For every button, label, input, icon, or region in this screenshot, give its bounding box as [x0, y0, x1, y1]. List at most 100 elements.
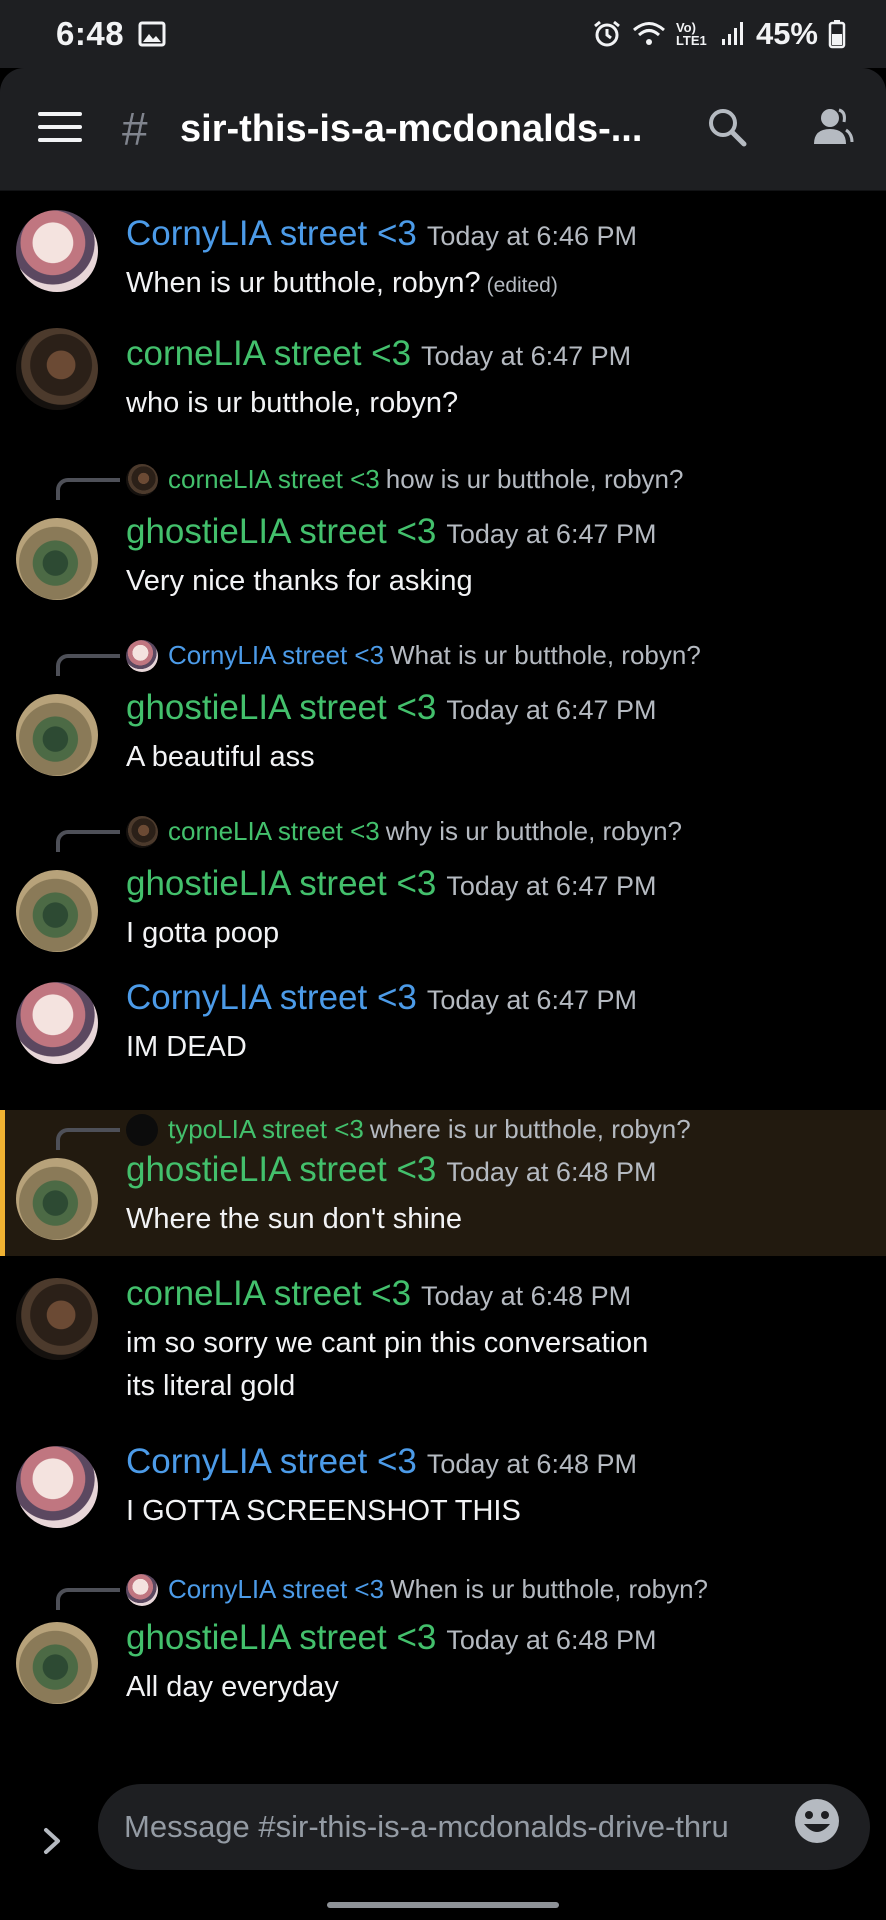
avatar[interactable] [16, 694, 98, 776]
message-item[interactable]: corneLIA street <3 Today at 6:48 PM im so… [0, 1274, 886, 1428]
gallery-icon [138, 21, 166, 47]
wifi-icon [632, 20, 666, 48]
message-input[interactable] [124, 1809, 784, 1845]
reply-avatar [126, 1574, 158, 1606]
message-text: who is ur butthole, robyn? [126, 387, 459, 419]
alarm-icon [592, 19, 622, 49]
reply-author-name[interactable]: CornyLIA street <3 [168, 1574, 384, 1604]
reply-reference[interactable]: corneLIA street <3 why is ur butthole, ro… [56, 812, 876, 852]
avatar[interactable] [16, 1278, 98, 1360]
reply-author-name[interactable]: corneLIA street <3 [168, 816, 380, 846]
reply-preview-text: why is ur butthole, robyn? [385, 816, 683, 846]
reply-spine [56, 478, 120, 500]
channel-title[interactable]: sir-this-is-a-mcdonalds-... [180, 108, 680, 151]
status-bar: 6:48 Vo) LTE1 45% [0, 0, 886, 68]
reply-author[interactable]: corneLIA street <3 how is ur butthole, ro… [168, 464, 683, 495]
message-timestamp: Today at 6:47 PM [421, 341, 632, 371]
message-timestamp: Today at 6:47 PM [446, 519, 657, 549]
search-icon[interactable] [706, 106, 748, 153]
message-list[interactable]: CornyLIA street <3 Today at 6:46 PM When … [0, 190, 886, 1770]
chevron-right-icon[interactable] [40, 1826, 64, 1861]
author-name[interactable]: ghostieLIA street <3 [126, 512, 436, 551]
message-timestamp: Today at 6:47 PM [446, 695, 657, 725]
message-item[interactable]: CornyLIA street <3 When is ur butthole, r… [0, 1570, 886, 1730]
message-author[interactable]: corneLIA street <3 Today at 6:47 PM [126, 334, 631, 374]
message-text: When is ur butthole, robyn? (edited) [126, 262, 558, 307]
reply-avatar [126, 816, 158, 848]
message-item[interactable]: corneLIA street <3 Today at 6:47 PM who i… [0, 328, 886, 448]
message-timestamp: Today at 6:48 PM [446, 1157, 657, 1187]
author-name[interactable]: CornyLIA street <3 [126, 978, 417, 1017]
message-text: im so sorry we cant pin this conversatio… [126, 1322, 648, 1408]
message-author[interactable]: ghostieLIA street <3 Today at 6:48 PM [126, 1150, 656, 1190]
author-name[interactable]: CornyLIA street <3 [126, 214, 417, 253]
message-item-mention-highlight[interactable]: typoLIA street <3 where is ur butthole, r… [0, 1110, 886, 1256]
message-author[interactable]: CornyLIA street <3 Today at 6:48 PM [126, 1442, 637, 1482]
reply-spine [56, 1588, 120, 1610]
reply-author[interactable]: typoLIA street <3 where is ur butthole, r… [168, 1114, 691, 1145]
avatar[interactable] [16, 1446, 98, 1528]
message-author[interactable]: ghostieLIA street <3 Today at 6:47 PM [126, 512, 656, 552]
message-item[interactable]: CornyLIA street <3 Today at 6:47 PM IM DE… [0, 978, 886, 1092]
author-name[interactable]: corneLIA street <3 [126, 1274, 411, 1313]
message-author[interactable]: ghostieLIA street <3 Today at 6:47 PM [126, 864, 656, 904]
avatar[interactable] [16, 1622, 98, 1704]
reply-author[interactable]: CornyLIA street <3 What is ur butthole, r… [168, 640, 701, 671]
emoji-icon[interactable] [792, 1796, 842, 1851]
message-author[interactable]: CornyLIA street <3 Today at 6:46 PM [126, 214, 637, 254]
reply-author-name[interactable]: typoLIA street <3 [168, 1114, 364, 1144]
reply-preview-text: where is ur butthole, robyn? [369, 1114, 691, 1144]
message-item[interactable]: corneLIA street <3 how is ur butthole, ro… [0, 460, 886, 620]
message-text: A beautiful ass [126, 741, 315, 773]
reply-author-name[interactable]: corneLIA street <3 [168, 464, 380, 494]
message-item[interactable]: CornyLIA street <3 Today at 6:48 PM I GOT… [0, 1442, 886, 1556]
status-time: 6:48 [56, 15, 125, 52]
message-body-line-1: im so sorry we cant pin this conversatio… [126, 1327, 649, 1359]
reply-avatar [126, 640, 158, 672]
reply-author-name[interactable]: CornyLIA street <3 [168, 640, 384, 670]
message-author[interactable]: CornyLIA street <3 Today at 6:47 PM [126, 978, 637, 1018]
reply-author[interactable]: CornyLIA street <3 When is ur butthole, r… [168, 1574, 708, 1605]
avatar[interactable] [16, 328, 98, 410]
author-name[interactable]: CornyLIA street <3 [126, 1442, 417, 1481]
channel-hash-icon: # [122, 103, 148, 155]
hamburger-menu-icon[interactable] [38, 112, 82, 146]
channel-header: # sir-this-is-a-mcdonalds-... [0, 68, 886, 190]
battery-icon [828, 19, 846, 49]
message-input-container[interactable] [98, 1784, 870, 1870]
message-timestamp: Today at 6:47 PM [446, 871, 657, 901]
author-name[interactable]: ghostieLIA street <3 [126, 1150, 436, 1189]
reply-spine [56, 654, 120, 676]
author-name[interactable]: ghostieLIA street <3 [126, 1618, 436, 1657]
author-name[interactable]: ghostieLIA street <3 [126, 688, 436, 727]
avatar[interactable] [16, 518, 98, 600]
reply-reference[interactable]: corneLIA street <3 how is ur butthole, ro… [56, 460, 876, 500]
message-item[interactable]: corneLIA street <3 why is ur butthole, ro… [0, 812, 886, 972]
avatar[interactable] [16, 982, 98, 1064]
reply-author[interactable]: corneLIA street <3 why is ur butthole, ro… [168, 816, 682, 847]
author-name[interactable]: corneLIA street <3 [126, 334, 411, 373]
author-name[interactable]: ghostieLIA street <3 [126, 864, 436, 903]
avatar[interactable] [16, 870, 98, 952]
message-item[interactable]: CornyLIA street <3 What is ur butthole, r… [0, 636, 886, 796]
members-icon[interactable] [808, 106, 854, 151]
battery-percent: 45% [755, 16, 818, 51]
message-timestamp: Today at 6:48 PM [421, 1281, 632, 1311]
message-body: When is ur butthole, robyn? [126, 267, 481, 299]
reply-reference[interactable]: typoLIA street <3 where is ur butthole, r… [56, 1110, 876, 1150]
message-timestamp: Today at 6:46 PM [426, 221, 637, 251]
reply-reference[interactable]: CornyLIA street <3 When is ur butthole, r… [56, 1570, 876, 1610]
home-indicator[interactable] [327, 1902, 559, 1908]
message-text: Very nice thanks for asking [126, 565, 473, 597]
message-author[interactable]: corneLIA street <3 Today at 6:48 PM [126, 1274, 631, 1314]
avatar[interactable] [16, 210, 98, 292]
message-author[interactable]: ghostieLIA street <3 Today at 6:47 PM [126, 688, 656, 728]
reply-preview-text: When is ur butthole, robyn? [390, 1574, 709, 1604]
reply-reference[interactable]: CornyLIA street <3 What is ur butthole, r… [56, 636, 876, 676]
message-author[interactable]: ghostieLIA street <3 Today at 6:48 PM [126, 1618, 656, 1658]
message-text: Where the sun don't shine [126, 1203, 463, 1235]
reply-preview-text: What is ur butthole, robyn? [390, 640, 701, 670]
avatar[interactable] [16, 1158, 98, 1240]
reply-spine [56, 830, 120, 852]
message-item[interactable]: CornyLIA street <3 Today at 6:46 PM When … [0, 210, 886, 320]
